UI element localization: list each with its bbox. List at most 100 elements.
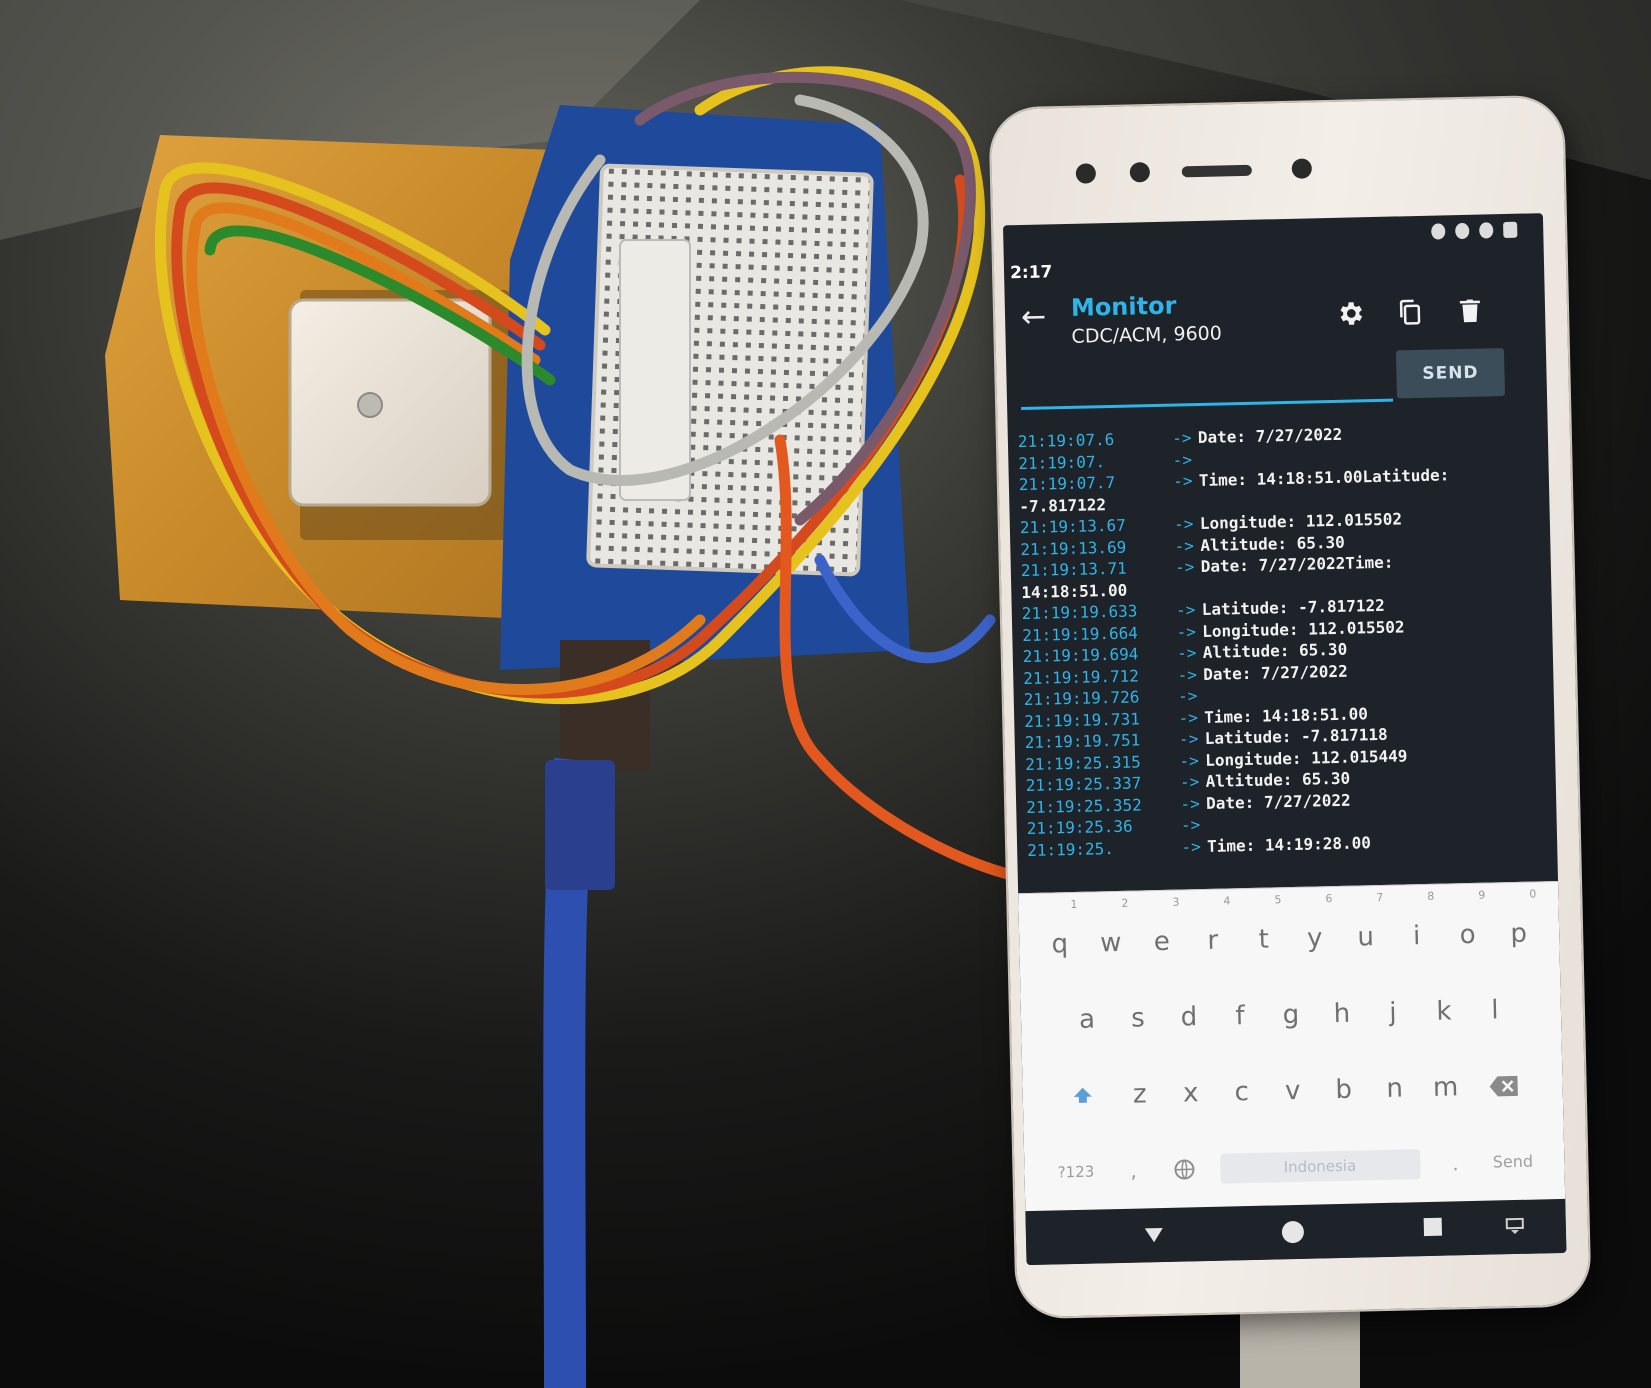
smartphone: 2:17 ← Monitor CDC/ACM, 9600 SEND 21:19:… [990,96,1590,1318]
key-k[interactable]: k [1419,980,1469,1043]
globe-icon[interactable] [1159,1138,1209,1201]
symbols-key[interactable]: ?123 [1044,1140,1107,1203]
key-r[interactable]: r4 [1188,894,1238,972]
backspace-icon[interactable] [1471,1055,1534,1118]
key-g[interactable]: g [1266,984,1316,1047]
copy-icon[interactable] [1395,296,1426,329]
log-arrow: -> [1179,750,1200,771]
key-o[interactable]: o9 [1443,889,1493,966]
key-f[interactable]: f [1215,985,1265,1048]
key-n[interactable]: n [1369,1057,1419,1120]
key-number-hint: 0 [1529,887,1537,901]
connection-subtitle: CDC/ACM, 9600 [1071,322,1223,348]
nav-back-icon[interactable] [1142,1222,1167,1247]
log-message: Date: 7/27/2022 [1205,790,1351,813]
log-message: 14:18:51.00 [1021,580,1128,602]
antenna-feed-pin [357,392,383,418]
log-timestamp: 21:19:07.7 [1018,472,1116,495]
back-arrow-icon[interactable]: ← [1021,299,1047,335]
phone-usb-cable [1240,1300,1360,1388]
nav-home-icon[interactable] [1280,1219,1307,1246]
log-arrow: -> [1174,557,1195,577]
key-label: r [1207,925,1219,956]
key-t[interactable]: t5 [1239,893,1289,971]
keyboard-row-4: ?123 , Indonesia . Send [1024,1130,1565,1204]
space-key[interactable]: Indonesia [1219,1149,1421,1184]
key-u[interactable]: u7 [1341,891,1391,969]
key-number-hint: 3 [1172,895,1180,909]
key-label: t [1258,924,1270,955]
log-message: Longitude: 112.015502 [1202,616,1405,641]
shift-icon[interactable] [1051,1064,1114,1127]
phone-screen: 2:17 ← Monitor CDC/ACM, 9600 SEND 21:19:… [1002,213,1567,1266]
key-b[interactable]: b [1319,1058,1369,1121]
key-l[interactable]: l [1470,979,1520,1042]
key-p[interactable]: p0 [1494,887,1544,965]
key-q[interactable]: q1 [1035,898,1085,976]
key-number-hint: 7 [1376,890,1384,905]
key-x[interactable]: x [1166,1062,1216,1125]
send-button[interactable]: SEND [1395,348,1506,399]
key-label: i [1412,921,1421,952]
key-m[interactable]: m [1420,1056,1470,1119]
send-row: SEND [1006,343,1547,417]
app-bar: ← Monitor CDC/ACM, 9600 [1004,249,1546,348]
data-saver-icon [1479,222,1494,239]
delete-icon[interactable] [1455,294,1486,327]
key-number-hint: 1 [1070,897,1078,912]
key-a[interactable]: a [1062,988,1112,1051]
log-arrow: -> [1172,471,1193,491]
log-arrow: -> [1180,793,1200,814]
key-label: w [1099,927,1122,959]
key-e[interactable]: e3 [1137,896,1187,973]
status-icons [1431,221,1518,240]
front-sensor [1075,163,1097,184]
usb-plug [545,760,615,890]
log-arrow: -> [1176,621,1197,642]
serial-log: 21:19:07.6 -> Date: 7/27/2022 21:19:07. -> 21… [1018,419,1548,881]
log-arrow: -> [1174,535,1195,556]
keyboard-row-1: q1w2e3r4t5y6u7i8o9p0 [1019,887,1560,976]
key-v[interactable]: v [1268,1059,1318,1122]
log-timestamp: 21:19:13.71 [1020,558,1127,581]
period-key[interactable]: . [1430,1132,1480,1195]
key-label: y [1306,923,1323,954]
log-arrow: -> [1178,707,1199,728]
app-title: Monitor [1070,291,1177,322]
key-number-hint: 8 [1427,889,1435,903]
keyboard-row-3: zxcvbnm [1022,1054,1563,1128]
comma-key[interactable]: , [1108,1139,1158,1202]
log-arrow: -> [1181,836,1201,856]
key-number-hint: 4 [1223,894,1231,908]
log-message: -7.817122 [1019,494,1107,516]
key-h[interactable]: h [1317,982,1367,1045]
log-message: Date: 7/27/2022 [1197,424,1343,448]
log-arrow: -> [1176,643,1197,663]
key-w[interactable]: w2 [1086,897,1136,975]
send-action-key[interactable]: Send [1481,1130,1544,1193]
nav-recents-icon[interactable] [1422,1216,1444,1238]
key-number-hint: 6 [1325,892,1333,906]
key-number-hint: 5 [1274,893,1282,907]
key-label: o [1459,919,1477,951]
gps-antenna [288,298,492,507]
keyboard-hide-icon[interactable] [1504,1214,1526,1236]
key-i[interactable]: i8 [1392,890,1442,968]
key-j[interactable]: j [1368,981,1418,1044]
key-c[interactable]: c [1217,1061,1267,1124]
front-camera [1129,162,1151,183]
key-z[interactable]: z [1115,1063,1165,1126]
battery-icon [1503,221,1518,239]
key-y[interactable]: y6 [1290,892,1340,970]
key-d[interactable]: d [1164,986,1214,1049]
key-number-hint: 2 [1121,896,1129,910]
send-text-input[interactable] [1020,352,1394,411]
log-arrow: -> [1177,686,1198,706]
key-label: q [1051,929,1069,960]
log-arrow: -> [1180,815,1201,835]
settings-icon[interactable] [1335,297,1366,330]
log-arrow: -> [1179,772,1200,792]
keyboard-row-3-letters: zxcvbnm [1114,1056,1472,1126]
log-message: Longitude: 112.015449 [1204,745,1408,770]
key-s[interactable]: s [1113,987,1163,1050]
